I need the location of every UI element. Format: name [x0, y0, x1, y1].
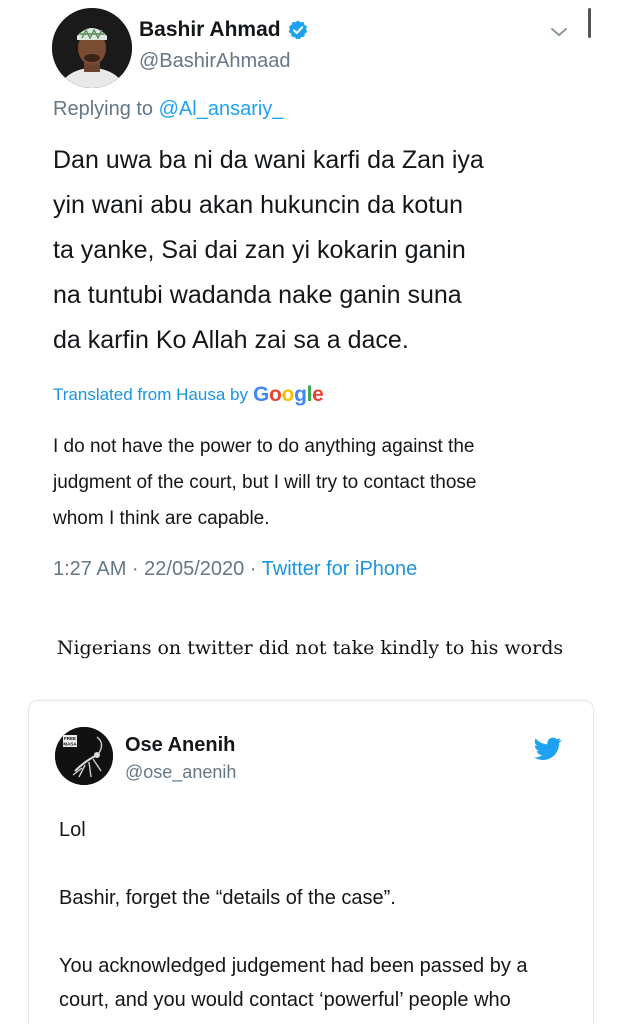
tweet-text-line: ta yanke, Sai dai zan yi kokarin ganin — [53, 236, 466, 264]
author-name-row[interactable]: Bashir Ahmad — [139, 18, 309, 42]
author-avatar[interactable] — [52, 8, 132, 88]
chevron-down-icon[interactable] — [550, 26, 568, 38]
tweet-text: Dan uwa ba ni da wani karfi da Zan iya y… — [53, 138, 583, 363]
translated-text-line: I do not have the power to do anything a… — [53, 436, 475, 457]
embedded-paragraph: Lol — [59, 819, 86, 841]
translated-text-line: judgment of the court, but I will try to… — [53, 472, 477, 493]
embedded-author-handle[interactable]: @ose_anenih — [125, 762, 236, 783]
avatar-graphic: FREE MASA — [55, 727, 113, 785]
tweet-screenshot: Bashir Ahmad @BashirAhmaad Replying to @… — [0, 0, 620, 610]
tweet-text-line: Dan uwa ba ni da wani karfi da Zan iya — [53, 146, 484, 174]
author-handle[interactable]: @BashirAhmaad — [139, 50, 290, 73]
replying-to-line: Replying to @Al_ansariy_ — [53, 98, 283, 121]
tweet-source-link[interactable]: Twitter for iPhone — [262, 558, 418, 580]
embedded-author-avatar[interactable]: FREE MASA — [55, 727, 113, 785]
tweet-text-line: yin wani abu akan hukuncin da kotun — [53, 191, 464, 219]
translated-text-line: whom I think are capable. — [53, 508, 270, 529]
avatar-photo — [52, 8, 132, 88]
embedded-tweet-text: Lol Bashir, forget the “details of the c… — [59, 813, 559, 1024]
tweet-text-line: da karfin Ko Allah zai sa a dace. — [53, 326, 409, 354]
embedded-paragraph: Bashir, forget the “details of the case”… — [59, 887, 396, 909]
author-name[interactable]: Bashir Ahmad — [139, 18, 281, 42]
twitter-bird-icon[interactable] — [534, 737, 562, 761]
tweet-text-line: na tuntubi wadanda nake ganin suna — [53, 281, 462, 309]
verified-badge-icon — [288, 20, 307, 40]
translation-attribution[interactable]: Translated from Hausa by Google — [53, 383, 324, 407]
replying-prefix: Replying to — [53, 98, 154, 120]
avatar-text: FREE — [64, 736, 76, 741]
google-logo: Google — [252, 383, 324, 406]
embedded-paragraph: You acknowledged judgement had been pass… — [59, 955, 528, 1024]
embedded-tweet-card[interactable]: FREE MASA Ose Anenih @ose_anenih Lol Bas… — [28, 700, 594, 1024]
replying-mention-link[interactable]: @Al_ansariy_ — [159, 98, 284, 120]
translated-label: Translated from Hausa by — [53, 385, 248, 404]
embedded-author-name[interactable]: Ose Anenih — [125, 734, 235, 757]
tweet-meta: 1:27 AM · 22/05/2020 · Twitter for iPhon… — [53, 558, 417, 581]
translated-text: I do not have the power to do anything a… — [53, 429, 583, 537]
tweet-timestamp[interactable]: 1:27 AM · 22/05/2020 · — [53, 558, 262, 580]
article-caption: Nigerians on twitter did not take kindly… — [56, 637, 564, 659]
svg-text:MASA: MASA — [63, 742, 77, 747]
scroll-indicator — [588, 8, 591, 38]
